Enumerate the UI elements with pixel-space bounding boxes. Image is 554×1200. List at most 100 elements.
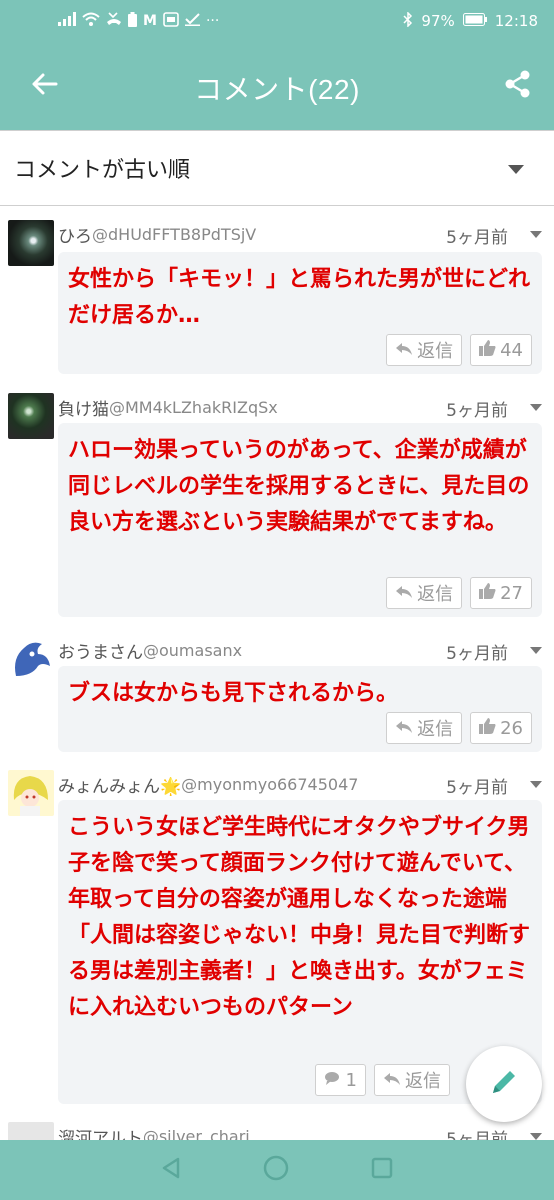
like-button[interactable]: 44 [470, 334, 532, 366]
comment-author[interactable]: 溜河アルト [58, 1124, 143, 1141]
write-comment-button[interactable] [466, 1046, 542, 1122]
comment-body: こういう女ほど学生時代にオタクやブサイク男子を陰で笑って顔面ランク付けて遊んでい… [68, 815, 531, 1020]
comment-author[interactable]: おうまさん [58, 638, 143, 663]
pencil-icon [489, 1067, 519, 1101]
comment-item: 負け猫 @MM4kLZhakRIZqSx 5ヶ月前 ハロー効果っていうのがあって… [0, 393, 554, 618]
page-title: コメント(22) [194, 74, 360, 105]
comment-actions: 返信 44 [386, 334, 532, 366]
thumbs-up-icon [479, 582, 496, 604]
reply-label: 返信 [417, 341, 454, 362]
battery-icon [462, 12, 487, 30]
sort-selected-value: コメントが古い順 [14, 158, 191, 183]
comment-body: 女性から「キモッ！」と罵られた男が世にどれだけ居るか… [68, 267, 531, 328]
comment-item: みょんみょん🌟 @myonmyo66745047 5ヶ月前 こういう女ほど学生時… [0, 770, 554, 1104]
share-button[interactable] [496, 64, 540, 108]
reply-icon [395, 718, 413, 739]
comment-item: 溜河アルト @silver_chari 5ヶ月前 [0, 1122, 554, 1140]
share-icon [505, 70, 531, 102]
system-nav-bar [0, 1140, 554, 1200]
like-count: 26 [500, 717, 523, 739]
gmail-icon: M [143, 13, 157, 29]
nav-back-button[interactable] [160, 1156, 182, 1184]
like-count: 27 [500, 582, 523, 604]
comment-bubble: ハロー効果っていうのがあって、企業が成績が同じレベルの学生を採用するときに、見た… [58, 423, 542, 617]
like-button[interactable]: 27 [470, 577, 532, 609]
nav-home-button[interactable] [262, 1154, 290, 1186]
comment-author[interactable]: 負け猫 [58, 395, 109, 420]
comment-bubble: 女性から「キモッ！」と罵られた男が世にどれだけ居るか… 返信 44 [58, 252, 542, 374]
comment-menu-caret-icon[interactable] [530, 404, 542, 411]
reply-icon [395, 583, 413, 604]
check-icon [184, 12, 200, 30]
comment-item: ひろ @dHUdFFTB8PdTSjV 5ヶ月前 女性から「キモッ！」と罵られた… [0, 220, 554, 376]
comment-actions: 返信 26 [386, 712, 532, 744]
reply-label: 返信 [417, 719, 454, 740]
speech-bubble-icon [324, 1070, 342, 1091]
comment-time: 5ヶ月前 [446, 778, 508, 798]
sort-select[interactable]: コメントが古い順 [0, 130, 554, 206]
avatar[interactable] [8, 393, 54, 439]
comment-header: おうまさん @oumasanx 5ヶ月前 [58, 638, 544, 664]
comment-menu-caret-icon[interactable] [530, 1133, 542, 1140]
comment-header: ひろ @dHUdFFTB8PdTSjV 5ヶ月前 [58, 222, 544, 248]
thumbs-up-icon [479, 717, 496, 739]
comment-header: 溜河アルト @silver_chari 5ヶ月前 [58, 1124, 544, 1140]
comment-handle[interactable]: @oumasanx [143, 641, 242, 660]
avatar[interactable] [8, 220, 54, 266]
reply-button[interactable]: 返信 [374, 1064, 450, 1096]
comment-author[interactable]: ひろ [58, 222, 92, 247]
more-icon: ··· [205, 13, 220, 29]
comment-handle[interactable]: @myonmyo66745047 [181, 775, 358, 794]
thumbs-up-icon [479, 339, 496, 361]
comment-item: おうまさん @oumasanx 5ヶ月前 ブスは女からも見下されるから。 返信 … [0, 636, 554, 752]
comment-bubble: ブスは女からも見下されるから。 返信 26 [58, 666, 542, 752]
like-button[interactable]: 26 [470, 712, 532, 744]
arrow-left-icon [30, 72, 58, 100]
reply-button[interactable]: 返信 [386, 577, 463, 609]
comment-time: 5ヶ月前 [446, 228, 508, 248]
clock: 12:18 [494, 12, 538, 30]
reply-label: 返信 [405, 1071, 441, 1092]
like-count: 44 [500, 339, 523, 361]
bluetooth-icon [403, 10, 413, 31]
comment-time: 5ヶ月前 [446, 1130, 508, 1140]
comment-time: 5ヶ月前 [446, 644, 508, 664]
comment-handle[interactable]: @silver_chari [143, 1127, 250, 1141]
caret-down-icon [508, 165, 524, 174]
comment-header: みょんみょん🌟 @myonmyo66745047 5ヶ月前 [58, 772, 544, 798]
comment-time: 5ヶ月前 [446, 401, 508, 421]
comment-header: 負け猫 @MM4kLZhakRIZqSx 5ヶ月前 [58, 395, 544, 421]
wifi-icon [82, 12, 100, 30]
status-icons-right: 97% 12:18 [403, 10, 538, 31]
battery-percent: 97% [421, 12, 455, 30]
comment-author[interactable]: みょんみょん🌟 [58, 772, 181, 797]
app-icon [163, 11, 179, 31]
reply-icon [395, 340, 413, 361]
status-icons-left: M ··· [58, 11, 403, 31]
avatar[interactable] [8, 636, 54, 682]
reply-count: 1 [345, 1069, 357, 1091]
comment-menu-caret-icon[interactable] [530, 781, 542, 788]
app-bar: コメント(22) [0, 42, 554, 130]
back-button[interactable] [22, 64, 66, 108]
reply-icon [383, 1070, 401, 1091]
comment-body: ハロー効果っていうのがあって、企業が成績が同じレベルの学生を採用するときに、見た… [68, 438, 530, 535]
replies-count-button[interactable]: 1 [314, 1064, 366, 1096]
reply-button[interactable]: 返信 [386, 712, 463, 744]
avatar[interactable] [8, 1122, 54, 1140]
comment-menu-caret-icon[interactable] [530, 647, 542, 654]
avatar[interactable] [8, 770, 54, 816]
reply-button[interactable]: 返信 [386, 334, 463, 366]
missed-call-icon [106, 12, 122, 30]
reply-label: 返信 [417, 584, 454, 605]
comment-bubble: こういう女ほど学生時代にオタクやブサイク男子を陰で笑って顔面ランク付けて遊んでい… [58, 800, 542, 1104]
nav-recents-button[interactable] [370, 1156, 394, 1184]
comment-menu-caret-icon[interactable] [530, 231, 542, 238]
signal-icon [58, 12, 76, 30]
comment-actions: 返信 27 [386, 577, 532, 609]
comment-handle[interactable]: @dHUdFFTB8PdTSjV [92, 225, 256, 244]
comment-handle[interactable]: @MM4kLZhakRIZqSx [109, 398, 278, 417]
comment-body: ブスは女からも見下されるから。 [68, 681, 399, 706]
comment-actions: 1 返信 [314, 1064, 450, 1096]
status-bar: M ··· 97% 12:18 [0, 0, 554, 42]
